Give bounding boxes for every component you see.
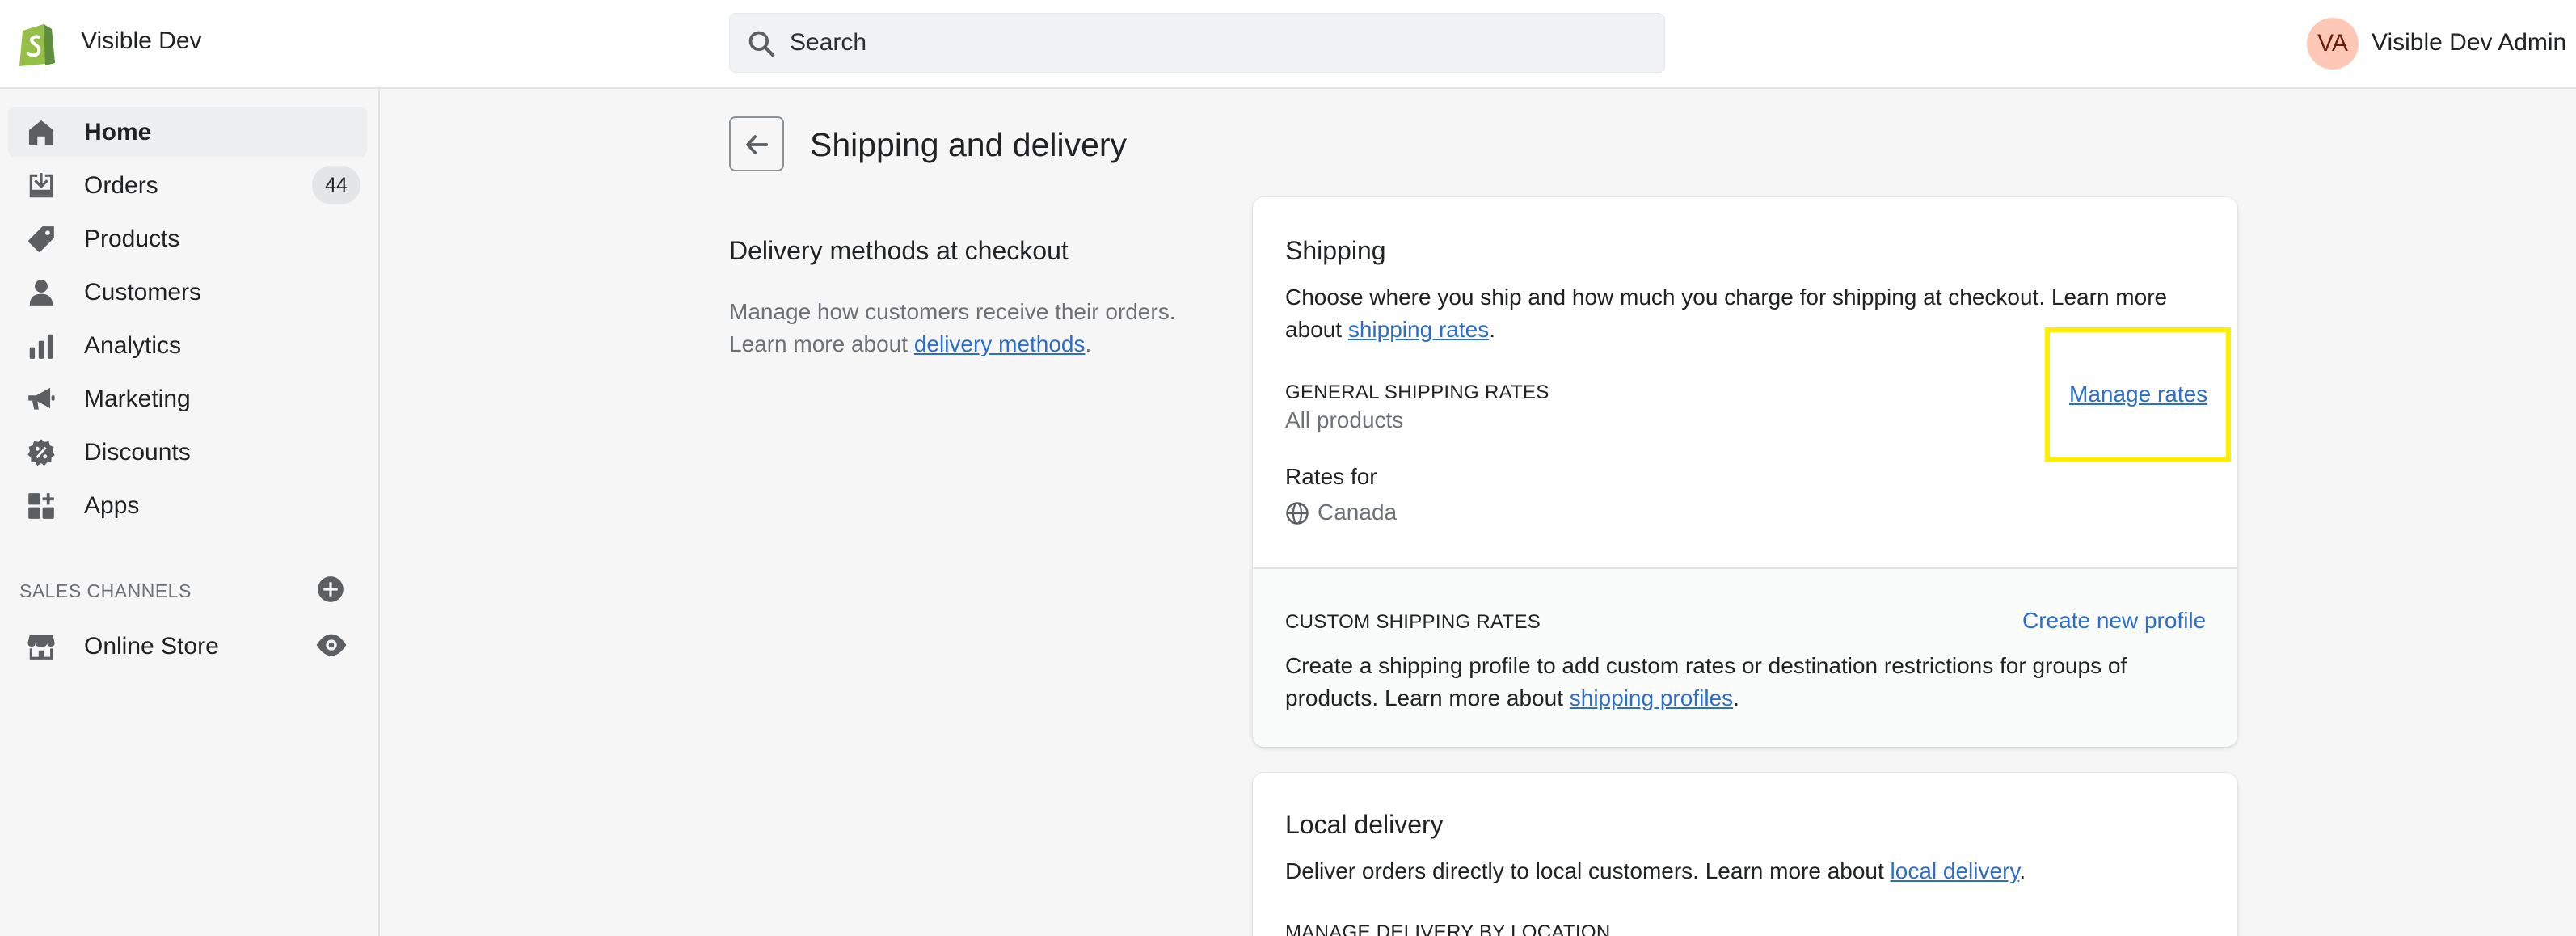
country-canada: Canada [1318,500,1398,525]
local-delivery-card: Local delivery Deliver orders directly t… [1253,773,2237,936]
manage-delivery-by-location-label: MANAGE DELIVERY BY LOCATION [1285,921,1611,936]
sidebar-item-label: Marketing [84,386,191,412]
sidebar-item-label: Home [84,119,152,145]
bar-chart-icon [29,334,53,359]
period: . [2019,858,2026,883]
admin-name[interactable]: Visible Dev Admin [2372,29,2566,57]
delivery-methods-desc-text-2: Learn more about [729,331,909,356]
sidebar-item-label: Customers [84,279,202,306]
period: . [1489,317,1495,342]
sidebar-item-customers[interactable]: Customers [8,267,367,317]
local-desc-text: Deliver orders directly to local custome… [1285,858,1884,883]
store-name[interactable]: Visible Dev [81,27,202,55]
sidebar-item-home[interactable]: Home [8,107,367,157]
local-delivery-title: Local delivery [1285,810,1444,839]
eye-icon[interactable] [315,629,348,661]
period: . [1733,685,1739,710]
sidebar-item-label: Analytics [84,332,182,359]
delivery-methods-description: Manage how customers receive their order… [729,296,1182,360]
page-title: Shipping and delivery [810,126,1128,163]
orders-icon [29,173,53,198]
sidebar-item-online-store[interactable]: Online Store [8,621,367,671]
delivery-methods-link[interactable]: delivery methods [914,331,1086,356]
search-input[interactable]: Search [729,13,1665,73]
delivery-methods-heading: Delivery methods at checkout [729,236,1069,265]
rates-for-label: Rates for [1285,464,1377,489]
shipping-card: Shipping Choose where you ship and how m… [1253,197,2237,747]
globe-icon [1286,502,1309,525]
person-icon [29,280,53,306]
period: . [1085,331,1092,356]
search-icon [748,31,775,57]
store-icon [27,635,55,660]
sidebar: Home Orders 44 Products Customers Analyt… [0,89,380,936]
sidebar-item-label: Apps [84,492,140,519]
home-icon [28,120,54,145]
custom-shipping-description: Create a shipping profile to add custom … [1285,650,2207,715]
sidebar-item-label: Online Store [84,633,219,660]
search-placeholder: Search [790,29,867,56]
sidebar-item-label: Orders [84,172,158,199]
add-circle-icon[interactable] [315,574,346,605]
create-new-profile-link[interactable]: Create new profile [2022,608,2206,634]
shipping-card-title: Shipping [1285,236,1386,265]
sidebar-item-orders[interactable]: Orders 44 [8,160,367,210]
arrow-left-icon [746,135,769,154]
custom-shipping-rates-label: CUSTOM SHIPPING RATES [1285,611,1541,633]
sidebar-item-marketing[interactable]: Marketing [8,373,367,424]
megaphone-icon [28,387,55,410]
back-button[interactable] [729,116,784,171]
sidebar-item-apps[interactable]: Apps [8,480,367,530]
custom-shipping-section: CUSTOM SHIPPING RATES Create new profile… [1253,567,2237,747]
sales-channels-label: SALES CHANNELS [19,580,192,601]
tag-icon [28,226,54,252]
highlight-box [2045,327,2231,462]
sidebar-item-discounts[interactable]: Discounts [8,427,367,477]
general-shipping-rates-label: GENERAL SHIPPING RATES [1285,382,1549,403]
discount-icon [27,439,55,466]
local-delivery-link[interactable]: local delivery [1891,858,2020,883]
orders-count-badge: 44 [312,166,360,204]
local-delivery-description: Deliver orders directly to local custome… [1285,855,2207,888]
sidebar-item-analytics[interactable]: Analytics [8,320,367,370]
top-bar: Visible Dev Search VA Visible Dev Admin [0,0,2576,89]
delivery-methods-desc-text: Manage how customers receive their order… [729,299,1176,324]
shipping-rates-link[interactable]: shipping rates [1348,317,1489,342]
sidebar-item-products[interactable]: Products [8,213,367,264]
avatar[interactable]: VA [2307,18,2359,70]
general-shipping-subtitle: All products [1285,407,1404,432]
shipping-profiles-link[interactable]: shipping profiles [1570,685,1733,710]
apps-icon [28,493,54,519]
sidebar-item-label: Products [84,226,180,252]
sidebar-item-label: Discounts [84,439,191,466]
shopify-logo-icon[interactable] [16,19,57,66]
